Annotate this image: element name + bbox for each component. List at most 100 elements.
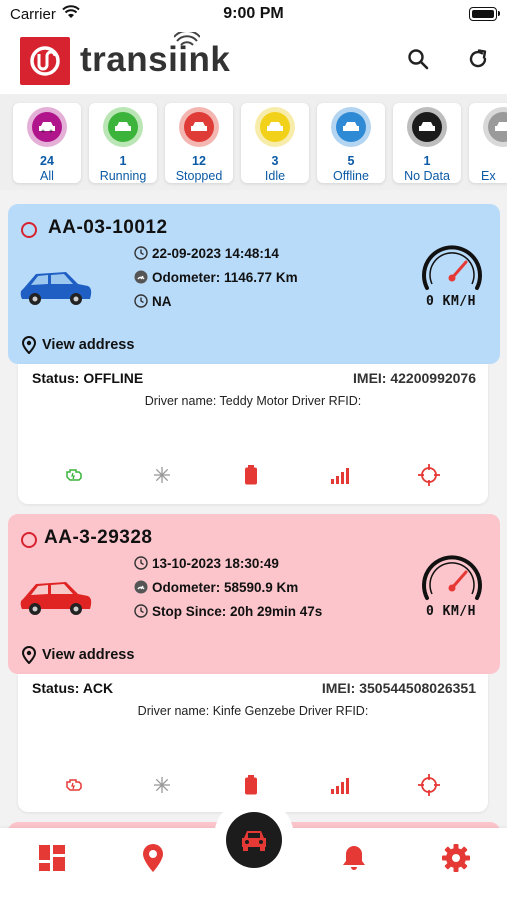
duration-value: NA bbox=[152, 293, 172, 309]
filter-label: Running bbox=[99, 169, 147, 183]
ac-snowflake-icon[interactable] bbox=[151, 464, 173, 486]
filter-icon-ring bbox=[103, 107, 143, 147]
car-icon bbox=[108, 112, 138, 142]
filter-label: Idle bbox=[264, 169, 286, 183]
dashboard-grid-icon bbox=[39, 845, 65, 871]
filter-icon-ring bbox=[331, 107, 371, 147]
vehicle-card[interactable]: AA-3-29328 13-10-2023 18:30:49 Odometer:… bbox=[8, 514, 500, 674]
filter-count: 3 bbox=[271, 154, 279, 168]
gps-target-icon[interactable] bbox=[418, 774, 440, 796]
nav-settings-button[interactable] bbox=[440, 842, 472, 874]
status-filter-bar: 24 All 1 Running 12 Stopped 3 Idle 5 Off… bbox=[0, 94, 507, 190]
refresh-icon bbox=[469, 49, 487, 68]
last-update-row: 22-09-2023 14:48:14 bbox=[134, 244, 279, 262]
signal-strength-icon[interactable] bbox=[329, 774, 351, 796]
speed-label: 0 KM/H bbox=[426, 604, 476, 619]
odometer-icon bbox=[134, 270, 148, 284]
status-bar: Carrier 9:00 PM bbox=[0, 0, 507, 30]
gps-target-icon[interactable] bbox=[418, 464, 440, 486]
vehicle-imei: IMEI: 350544508026351 bbox=[321, 680, 476, 696]
search-button[interactable] bbox=[403, 44, 433, 74]
filter-icon-ring bbox=[179, 107, 219, 147]
status-dot-icon bbox=[21, 222, 37, 238]
odometer-row: Odometer: 58590.9 Km bbox=[134, 578, 298, 596]
duration-value: Stop Since: 20h 29min 47s bbox=[152, 603, 323, 619]
car-icon bbox=[412, 112, 442, 142]
car-icon bbox=[260, 112, 290, 142]
view-address-button[interactable]: View address bbox=[22, 646, 134, 664]
status-dot-icon bbox=[21, 532, 37, 548]
view-address-label: View address bbox=[42, 647, 135, 663]
location-pin-icon bbox=[22, 336, 36, 354]
battery-icon bbox=[469, 7, 500, 21]
car-icon bbox=[20, 272, 92, 305]
filter-stopped[interactable]: 12 Stopped bbox=[165, 103, 233, 183]
vehicle-card[interactable]: AA-03-10012 22-09-2023 14:48:14 Odometer… bbox=[8, 204, 500, 364]
filter-label: Stopped bbox=[175, 169, 223, 183]
brand-name: transiink bbox=[80, 40, 231, 79]
gear-icon bbox=[442, 844, 470, 872]
app-header: transiink bbox=[0, 30, 507, 94]
car-icon bbox=[336, 112, 366, 142]
vehicle-card-details: Status: ACK IMEI: 350544508026351 Driver… bbox=[18, 674, 488, 812]
filter-no-data[interactable]: 1 No Data bbox=[393, 103, 461, 183]
filter-running[interactable]: 1 Running bbox=[89, 103, 157, 183]
car-front-icon bbox=[242, 831, 266, 851]
view-address-label: View address bbox=[42, 337, 135, 353]
vehicle-status: Status: ACK bbox=[32, 680, 114, 696]
vehicle-status: Status: OFFLINE bbox=[32, 370, 144, 386]
refresh-button[interactable] bbox=[463, 44, 493, 74]
filter-label: Ex bbox=[481, 169, 496, 183]
last-update-time: 13-10-2023 18:30:49 bbox=[152, 555, 279, 571]
nav-map-button[interactable] bbox=[137, 842, 169, 874]
timer-icon bbox=[134, 604, 148, 618]
duration-row: NA bbox=[134, 292, 172, 310]
odometer-icon bbox=[134, 580, 148, 594]
duration-row: Stop Since: 20h 29min 47s bbox=[134, 602, 322, 620]
filter-icon-ring bbox=[27, 107, 67, 147]
vehicle-card-details: Status: OFFLINE IMEI: 42200992076 Driver… bbox=[18, 364, 488, 504]
clock-icon bbox=[134, 556, 148, 570]
last-update-row: 13-10-2023 18:30:49 bbox=[134, 554, 279, 572]
filter-count: 24 bbox=[40, 154, 54, 168]
odometer-value: Odometer: 58590.9 Km bbox=[152, 579, 299, 595]
filter-idle[interactable]: 3 Idle bbox=[241, 103, 309, 183]
engine-icon[interactable] bbox=[63, 774, 85, 796]
filter-icon-ring bbox=[255, 107, 295, 147]
battery-status-icon[interactable] bbox=[240, 464, 262, 486]
timer-icon bbox=[134, 294, 148, 308]
nav-vehicles-button[interactable] bbox=[226, 812, 282, 868]
filter-offline[interactable]: 5 Offline bbox=[317, 103, 385, 183]
signal-strength-icon[interactable] bbox=[329, 464, 351, 486]
location-pin-icon bbox=[22, 646, 36, 664]
speed-label: 0 KM/H bbox=[426, 294, 476, 309]
vehicle-plate: AA-3-29328 bbox=[44, 527, 153, 548]
nav-dashboard-button[interactable] bbox=[36, 842, 68, 874]
clock-time: 9:00 PM bbox=[223, 5, 284, 22]
filter-all[interactable]: 24 All bbox=[13, 103, 81, 183]
driver-name: Driver name: Kinfe Genzebe Driver RFID: bbox=[137, 704, 369, 718]
view-address-button[interactable]: View address bbox=[22, 336, 134, 354]
filter-icon-ring bbox=[407, 107, 447, 147]
car-icon bbox=[184, 112, 214, 142]
bell-icon bbox=[343, 846, 365, 870]
filter-label: Offline bbox=[333, 169, 369, 183]
driver-name: Driver name: Teddy Motor Driver RFID: bbox=[144, 394, 362, 408]
filter-count: 1 bbox=[119, 154, 127, 168]
last-update-time: 22-09-2023 14:48:14 bbox=[152, 245, 279, 261]
engine-icon[interactable] bbox=[63, 464, 85, 486]
filter-label: No Data bbox=[404, 169, 450, 183]
filter-expired[interactable]: Ex bbox=[469, 103, 507, 183]
battery-status-icon[interactable] bbox=[240, 774, 262, 796]
search-icon bbox=[408, 49, 429, 70]
car-icon bbox=[488, 112, 507, 142]
brand-signal-icon bbox=[173, 30, 201, 53]
vehicle-imei: IMEI: 42200992076 bbox=[353, 370, 476, 386]
odometer-row: Odometer: 1146.77 Km bbox=[134, 268, 298, 286]
filter-label: All bbox=[40, 169, 54, 183]
nav-notifications-button[interactable] bbox=[338, 842, 370, 874]
clock-icon bbox=[134, 246, 148, 260]
vehicle-plate: AA-03-10012 bbox=[48, 217, 168, 238]
ac-snowflake-icon[interactable] bbox=[151, 774, 173, 796]
filter-count: 1 bbox=[423, 154, 431, 168]
